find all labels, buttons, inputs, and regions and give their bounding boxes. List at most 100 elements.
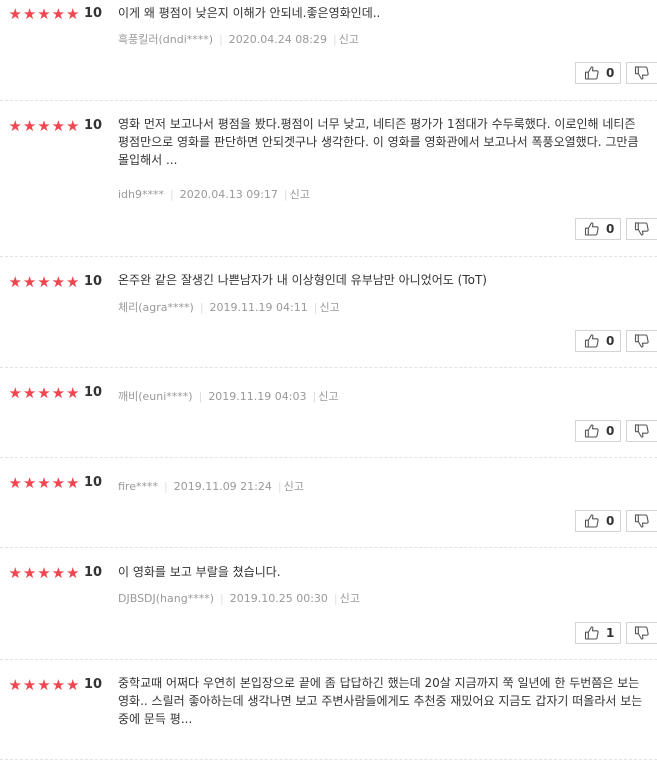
author-name[interactable]: 흑풍킬러(dndi****)	[118, 33, 213, 46]
thumbs-up-icon	[584, 222, 600, 236]
like-button[interactable]: 0	[575, 218, 621, 240]
like-button[interactable]: 1	[575, 622, 621, 644]
divider: |	[163, 480, 168, 493]
report-link[interactable]: 신고	[339, 33, 359, 46]
star-icon: ★	[22, 474, 37, 492]
star-icon: ★	[51, 474, 66, 492]
star-icon: ★	[8, 564, 22, 582]
review-date: 2019.10.25 00:30	[229, 592, 328, 605]
star-icon: ★	[37, 5, 51, 23]
review-meta: DJBSDJ(hang****) | 2019.10.25 00:30 | 신고	[118, 592, 360, 606]
review-meta: 흑풍킬러(dndi****) | 2020.04.24 08:29 | 신고	[118, 33, 359, 47]
like-count: 0	[606, 222, 615, 236]
thumbs-up-icon	[584, 626, 600, 640]
author-name[interactable]: fire****	[118, 480, 158, 493]
star-icon: ★	[51, 117, 66, 135]
star-icon: ★	[8, 273, 22, 291]
dislike-button[interactable]	[626, 420, 657, 442]
review-item: ★ ★ ★ ★ ★ 10 온주완 같은 잘생긴 나쁜남자가 내 이상형인데 유부남만 아니었…	[0, 257, 657, 368]
divider: |	[170, 188, 174, 201]
rating-score: 10	[84, 274, 103, 289]
rating-score: 10	[84, 677, 103, 692]
thumbs-down-icon	[634, 66, 650, 80]
star-icon: ★	[51, 384, 66, 402]
dislike-button[interactable]	[626, 330, 657, 352]
author-name[interactable]: DJBSDJ(hang****)	[118, 592, 214, 605]
star-icon: ★	[8, 384, 22, 402]
divider: |	[219, 33, 223, 46]
report-link[interactable]: 신고	[319, 301, 339, 314]
review-date: 2020.04.24 08:29	[228, 33, 327, 46]
star-icon: ★	[66, 474, 80, 492]
review-text: 이게 왜 평점이 낮은지 이해가 안되네.좋은영화인데..	[118, 6, 381, 20]
thumbs-up-icon	[584, 66, 600, 80]
divider: |	[283, 188, 288, 201]
star-icon: ★	[37, 273, 51, 291]
author-name[interactable]: 깨비(euni****)	[118, 390, 193, 403]
thumbs-up-icon	[584, 334, 600, 348]
thumbs-down-icon	[634, 626, 650, 640]
divider: |	[332, 33, 337, 46]
star-rating: ★ ★ ★ ★ ★	[8, 6, 80, 22]
star-icon: ★	[51, 5, 66, 23]
like-count: 0	[606, 334, 615, 348]
star-rating: ★ ★ ★ ★ ★	[8, 677, 80, 693]
report-link[interactable]: 신고	[290, 188, 310, 201]
review-text: 온주완 같은 잘생긴 나쁜남자가 내 이상형인데 유부남만 아니었어도 (ToT…	[118, 273, 487, 287]
rating-score: 10	[84, 6, 103, 21]
review-item: ★ ★ ★ ★ ★ 10 중학교때 어쩌다 우연히 본입장으로 끝에 좀 답답하긴 했는데 …	[0, 660, 657, 760]
star-icon: ★	[22, 5, 37, 23]
divider: |	[312, 390, 317, 403]
dislike-button[interactable]	[626, 510, 657, 532]
review-date: 2019.11.19 04:11	[209, 301, 308, 314]
rating-score: 10	[84, 118, 103, 133]
like-button[interactable]: 0	[575, 330, 621, 352]
review-text: 영화 먼저 보고나서 평점을 봤다.평점이 너무 낮고, 네티즌 평가가 1점대…	[118, 117, 639, 167]
star-icon: ★	[66, 564, 80, 582]
review-meta: fire**** | 2019.11.09 21:24 | 신고	[118, 480, 304, 494]
star-icon: ★	[66, 273, 80, 291]
review-meta: 깨비(euni****) | 2019.11.19 04:03 | 신고	[118, 390, 338, 404]
report-link[interactable]: 신고	[318, 390, 338, 403]
review-date: 2019.11.19 04:03	[208, 390, 307, 403]
star-icon: ★	[8, 5, 22, 23]
like-button[interactable]: 0	[575, 510, 621, 532]
rating-score: 10	[84, 565, 103, 580]
rating-score: 10	[84, 475, 103, 490]
rating-score: 10	[84, 385, 103, 400]
like-count: 0	[606, 424, 615, 438]
review-date: 2019.11.09 21:24	[173, 480, 272, 493]
review-item: ★ ★ ★ ★ ★ 10 영화 먼저 보고나서 평점을 봤다.평점이 너무 낮고, 네티즌 …	[0, 101, 657, 257]
star-icon: ★	[8, 474, 22, 492]
star-icon: ★	[66, 676, 80, 694]
star-rating: ★ ★ ★ ★ ★	[8, 565, 80, 581]
divider: |	[313, 301, 318, 314]
divider: |	[220, 592, 224, 605]
thumbs-down-icon	[634, 424, 650, 438]
report-link[interactable]: 신고	[284, 480, 304, 493]
author-name[interactable]: idh9****	[118, 188, 164, 201]
dislike-button[interactable]	[626, 218, 657, 240]
star-icon: ★	[37, 474, 51, 492]
star-icon: ★	[66, 117, 80, 135]
review-meta: idh9**** | 2020.04.13 09:17 | 신고	[118, 188, 310, 202]
star-icon: ★	[37, 384, 51, 402]
star-icon: ★	[37, 117, 51, 135]
star-icon: ★	[22, 273, 37, 291]
like-button[interactable]: 0	[575, 420, 621, 442]
dislike-button[interactable]	[626, 62, 657, 84]
star-icon: ★	[22, 384, 37, 402]
author-name[interactable]: 체리(agra****)	[118, 301, 194, 314]
report-link[interactable]: 신고	[340, 592, 360, 605]
star-rating: ★ ★ ★ ★ ★	[8, 274, 80, 290]
star-icon: ★	[66, 384, 80, 402]
divider: |	[199, 301, 204, 314]
dislike-button[interactable]	[626, 622, 657, 644]
review-item: ★ ★ ★ ★ ★ 10 fire**** | 2019.11.09 21:24 | 신고 0	[0, 458, 657, 548]
review-item: ★ ★ ★ ★ ★ 10 이 영화를 보고 부랄을 쳤습니다. DJBSDJ(hang****…	[0, 548, 657, 660]
star-icon: ★	[66, 5, 80, 23]
like-button[interactable]: 0	[575, 62, 621, 84]
thumbs-up-icon	[584, 514, 600, 528]
star-icon: ★	[22, 564, 37, 582]
star-icon: ★	[51, 564, 66, 582]
